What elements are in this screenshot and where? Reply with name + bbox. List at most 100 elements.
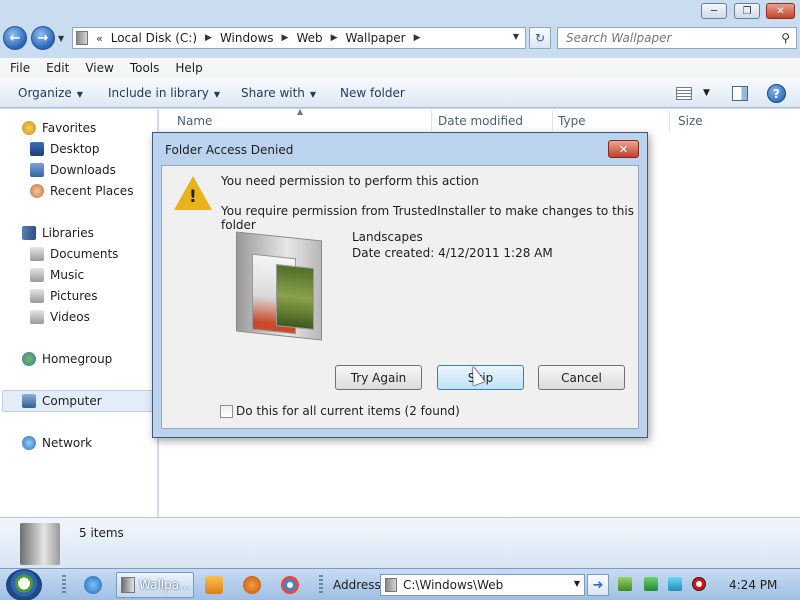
start-button[interactable] [6, 569, 42, 600]
dialog-close-button[interactable]: ✕ [608, 140, 639, 158]
action-center-icon[interactable] [618, 577, 632, 591]
preview-pane-icon[interactable] [732, 86, 748, 101]
include-in-library-button[interactable]: Include in library ▼ [108, 86, 220, 100]
nav-videos[interactable]: Videos [30, 310, 90, 324]
menu-help[interactable]: Help [175, 61, 202, 75]
column-name[interactable]: Name [177, 114, 212, 128]
media-player-icon[interactable] [205, 576, 223, 594]
column-size[interactable]: Size [678, 114, 703, 128]
breadcrumb-item[interactable]: Windows ▶ [220, 31, 297, 45]
desktop-icon [30, 142, 44, 156]
folder-access-denied-dialog: Folder Access Denied ✕ ! You need permis… [152, 132, 648, 438]
firefox-icon[interactable] [243, 576, 261, 594]
folder-name: Landscapes [352, 230, 423, 244]
homegroup-icon [22, 352, 36, 366]
navigation-pane: Favorites Desktop Downloads Recent Place… [0, 109, 158, 517]
dialog-heading: You need permission to perform this acti… [221, 174, 479, 188]
libraries-icon [22, 226, 36, 240]
nav-network[interactable]: Network [22, 436, 92, 450]
breadcrumb-overflow-icon[interactable]: « [96, 32, 103, 45]
command-bar: Organize ▼ Include in library ▼ Share with… [0, 78, 800, 108]
chevron-down-icon: ▼ [213, 90, 221, 99]
address-toolbar-label: Address [333, 578, 381, 592]
recent-pages-dropdown[interactable]: ▼ [58, 34, 64, 43]
folder-icon [20, 523, 60, 565]
back-button[interactable]: ← [3, 26, 27, 50]
toolbar-grip[interactable] [62, 575, 66, 595]
taskbar: Wallpa... Address C:\Windows\Web ▼ ➜ 4:2… [0, 568, 800, 600]
apply-to-all-checkbox[interactable] [220, 405, 233, 418]
sort-arrow-icon: ▲ [297, 107, 304, 116]
apply-to-all-label[interactable]: Do this for all current items (2 found) [236, 404, 460, 418]
nav-homegroup[interactable]: Homegroup [22, 352, 112, 366]
restore-button[interactable]: ❐ [734, 3, 760, 19]
nav-music[interactable]: Music [30, 268, 84, 282]
nav-downloads[interactable]: Downloads [30, 163, 116, 177]
menu-bar: File Edit View Tools Help [0, 58, 800, 78]
network-icon [22, 436, 36, 450]
breadcrumb-item[interactable]: Wallpaper ▶ [346, 31, 429, 45]
nav-documents[interactable]: Documents [30, 247, 118, 261]
column-divider[interactable] [431, 111, 432, 131]
internet-explorer-icon[interactable] [84, 576, 102, 594]
taskbar-address-input[interactable]: C:\Windows\Web ▼ [380, 574, 585, 596]
dialog-message: You require permission from TrustedInsta… [221, 204, 634, 232]
column-divider[interactable] [669, 111, 670, 131]
nav-computer[interactable]: Computer [22, 394, 102, 408]
help-icon[interactable]: ? [767, 84, 786, 103]
computer-icon [22, 394, 36, 408]
nav-favorites[interactable]: Favorites [22, 121, 96, 135]
close-window-button[interactable]: ✕ [766, 3, 795, 19]
menu-file[interactable]: File [10, 61, 30, 75]
chevron-down-icon: ▼ [76, 90, 83, 99]
go-button[interactable]: ➜ [587, 574, 609, 596]
chevron-down-icon[interactable]: ▼ [574, 579, 580, 588]
folder-date-created: Date created: 4/12/2011 1:28 AM [352, 246, 553, 260]
menu-edit[interactable]: Edit [46, 61, 69, 75]
nav-recent-places[interactable]: Recent Places [30, 184, 133, 198]
recording-tray-icon[interactable] [692, 577, 706, 591]
nav-libraries[interactable]: Libraries [22, 226, 94, 240]
breadcrumb-separator-icon[interactable]: ▶ [331, 33, 338, 43]
breadcrumb-separator-icon[interactable]: ▶ [282, 33, 289, 43]
nav-desktop[interactable]: Desktop [30, 142, 100, 156]
nav-pictures[interactable]: Pictures [30, 289, 98, 303]
breadcrumb-item[interactable]: Local Disk (C:) ▶ [111, 31, 220, 45]
menu-tools[interactable]: Tools [130, 61, 160, 75]
music-icon [30, 268, 44, 282]
taskbar-explorer-task[interactable]: Wallpa... [116, 572, 194, 598]
breadcrumb-separator-icon[interactable]: ▶ [414, 33, 421, 43]
recent-places-icon [30, 184, 44, 198]
chrome-icon[interactable] [281, 576, 299, 594]
downloads-icon [30, 163, 44, 177]
share-with-button[interactable]: Share with ▼ [241, 86, 316, 100]
views-icon[interactable] [676, 87, 692, 100]
minimize-button[interactable]: ─ [701, 3, 727, 19]
clock[interactable]: 4:24 PM [729, 578, 777, 592]
menu-view[interactable]: View [85, 61, 113, 75]
dialog-title: Folder Access Denied [165, 143, 294, 157]
new-folder-button[interactable]: New folder [340, 86, 405, 100]
pictures-icon [30, 289, 44, 303]
star-icon [22, 121, 36, 135]
chevron-down-icon: ▼ [309, 90, 317, 99]
address-dropdown-icon[interactable]: ▼ [513, 32, 519, 41]
cancel-button[interactable]: Cancel [538, 365, 625, 390]
search-icon[interactable]: ⚲ [781, 31, 790, 45]
search-input[interactable]: Search Wallpaper ⚲ [557, 27, 797, 49]
refresh-button[interactable]: ↻ [529, 27, 551, 49]
network-tray-icon[interactable] [668, 577, 682, 591]
breadcrumb-item[interactable]: Web ▶ [296, 31, 345, 45]
views-dropdown-icon[interactable]: ▼ [703, 88, 710, 98]
organize-button[interactable]: Organize ▼ [18, 86, 83, 100]
toolbar-grip[interactable] [319, 575, 323, 595]
column-divider[interactable] [552, 111, 553, 131]
column-type[interactable]: Type [558, 114, 586, 128]
forward-button[interactable]: → [31, 26, 55, 50]
column-date-modified[interactable]: Date modified [438, 114, 523, 128]
tray-app-icon[interactable] [644, 577, 658, 591]
videos-icon [30, 310, 44, 324]
try-again-button[interactable]: Try Again [335, 365, 422, 390]
breadcrumb-separator-icon[interactable]: ▶ [205, 33, 212, 43]
address-bar[interactable]: « Local Disk (C:) ▶ Windows ▶ Web ▶ Wallpap… [72, 27, 526, 49]
